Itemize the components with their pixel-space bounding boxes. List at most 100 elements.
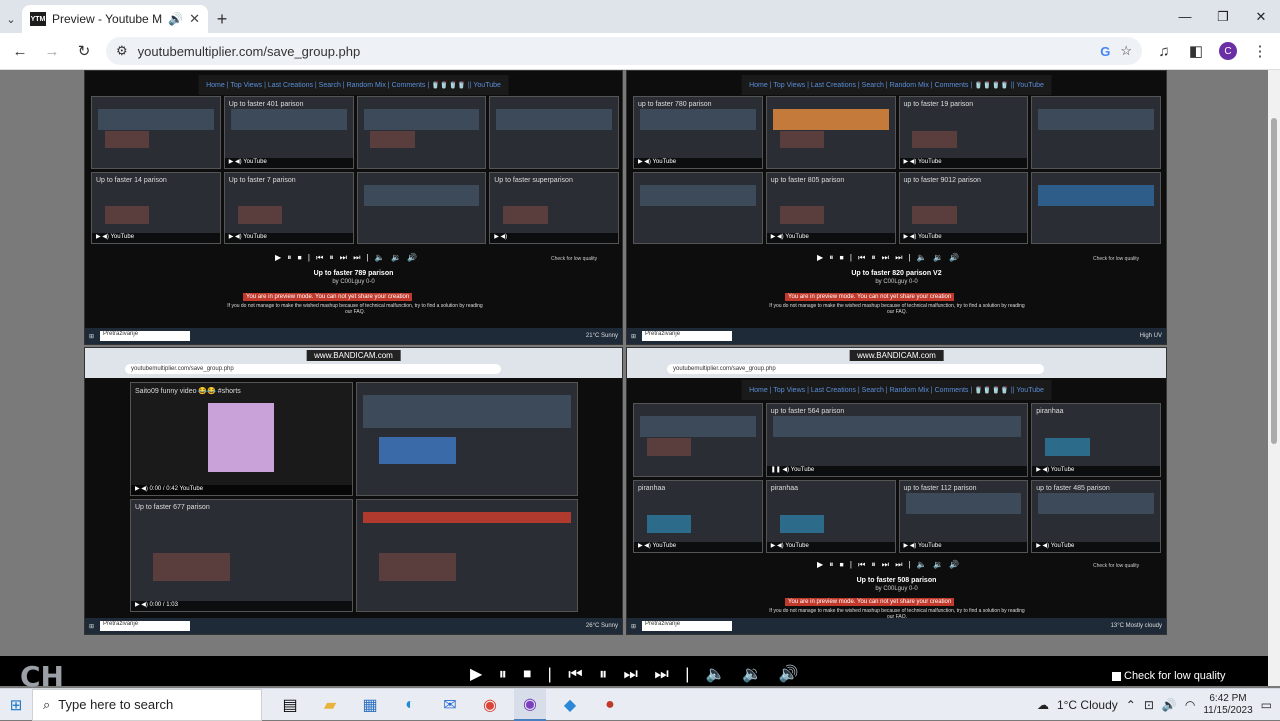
- mashup-controls[interactable]: ▶ ⏸ ⏹ | ⏮ ⏸ ⏭ ⏭ | 🔈 🔉 🔊: [817, 253, 961, 263]
- windows-start-icon[interactable]: ⊞: [0, 689, 32, 721]
- video-tile[interactable]: piranhaa ▶ ◀) YouTube: [633, 479, 763, 553]
- video-tile[interactable]: up to faster 805 parison ▶ ◀) YouTube: [765, 171, 896, 244]
- url-text[interactable]: youtubemultiplier.com/save_group.php: [138, 44, 1091, 59]
- video-tile[interactable]: up to faster 19 parison ▶ ◀) YouTube: [898, 96, 1029, 169]
- page-viewport: Home | Top Views | Last Creations | Sear…: [0, 70, 1280, 686]
- minimize-button[interactable]: —: [1166, 0, 1204, 33]
- low-quality-checkbox[interactable]: Check for low quality: [1093, 256, 1139, 262]
- volume-icon[interactable]: 🔊: [1162, 698, 1177, 712]
- mashup-title: Up to faster 820 parison V2: [851, 270, 942, 277]
- mashup-author: by C00Lguy 0-0: [875, 586, 918, 592]
- site-settings-icon[interactable]: ⚙: [116, 43, 128, 59]
- side-panel-icon[interactable]: ◧: [1182, 37, 1210, 65]
- low-quality-checkbox[interactable]: Check for low quality: [551, 256, 597, 262]
- mashup-author: by C00Lguy 0-0: [332, 279, 375, 285]
- site-nav[interactable]: Home | Top Views | Last Creations | Sear…: [741, 75, 1052, 95]
- video-tile[interactable]: Saito09 funny video 😂😂 #shorts ▶ ◀) 0:00 …: [130, 382, 353, 496]
- bookmark-star-icon[interactable]: ☆: [1120, 43, 1132, 59]
- google-lens-icon[interactable]: G: [1100, 44, 1110, 59]
- video-tile[interactable]: Up to faster 401 parison ▶ ◀) YouTube: [223, 96, 354, 169]
- menu-icon[interactable]: ⋮: [1246, 37, 1274, 65]
- profile-avatar[interactable]: C: [1214, 37, 1242, 65]
- site-nav[interactable]: Home | Top Views | Last Creations | Sear…: [198, 75, 509, 95]
- clock-time: 6:42 PM: [1209, 693, 1247, 704]
- video-tile[interactable]: up to faster 564 parison ❚❚ ◀) YouTube: [765, 403, 1029, 477]
- video-tile[interactable]: [355, 382, 578, 496]
- weather-text[interactable]: 1°C Cloudy: [1057, 698, 1118, 712]
- mail-icon[interactable]: ✉: [434, 689, 466, 721]
- system-tray: ☁ 1°C Cloudy ⌃ ⊡ 🔊 ◠ 6:42 PM 11/15/2023 …: [1037, 689, 1272, 721]
- screenshot-panel-bottom-right: www.BANDICAM.com youtubemultiplier.com/s…: [626, 347, 1167, 635]
- preview-warning: You are in preview mode. You can not yet…: [785, 293, 955, 301]
- forward-button[interactable]: →: [38, 37, 66, 65]
- browser-toolbar: ← → ↻ ⚙ youtubemultiplier.com/save_group…: [0, 33, 1280, 70]
- wifi-icon[interactable]: ◠: [1185, 698, 1195, 712]
- windows-taskbar: ⊞ ⌕ Type here to search ▤ ▰ ▦ ◐ ✉ ◉ ◉ ◆ …: [0, 688, 1280, 721]
- clock[interactable]: 6:42 PM 11/15/2023: [1203, 693, 1252, 717]
- back-button[interactable]: ←: [6, 37, 34, 65]
- tab-close-icon[interactable]: ✕: [189, 11, 200, 27]
- maximize-button[interactable]: ❐: [1204, 0, 1242, 33]
- captured-taskbar: ⊞ Pretraživanje 13°C Mostly cloudy: [627, 618, 1166, 634]
- checkbox-box[interactable]: [1112, 671, 1121, 681]
- video-grid: Saito09 funny video 😂😂 #shorts ▶ ◀) 0:00 …: [130, 382, 578, 612]
- tab-preview[interactable]: YTM Preview - Youtube Multiplie 🔊 ✕: [22, 5, 208, 33]
- weather-icon[interactable]: ☁: [1037, 698, 1049, 712]
- address-bar[interactable]: ⚙ youtubemultiplier.com/save_group.php G…: [106, 37, 1142, 65]
- site-nav[interactable]: Home | Top Views | Last Creations | Sear…: [741, 380, 1052, 400]
- edge-icon[interactable]: ◐: [394, 689, 426, 721]
- notifications-icon[interactable]: ▭: [1261, 698, 1272, 712]
- bandicam-icon[interactable]: ●: [594, 689, 626, 721]
- bandicam-watermark: www.BANDICAM.com: [306, 350, 401, 361]
- video-tile[interactable]: [356, 171, 487, 244]
- new-tab-button[interactable]: +: [208, 5, 236, 33]
- video-tile[interactable]: Up to faster superparison ▶ ◀): [489, 171, 619, 244]
- mashup-title: Up to faster 508 parison: [856, 577, 937, 584]
- mashup-author: by C00Lguy 0-0: [875, 279, 918, 285]
- video-tile[interactable]: Up to faster 677 parison ▶ ◀) 0:00 / 1:03: [130, 498, 353, 612]
- network-icon[interactable]: ⊡: [1144, 698, 1154, 712]
- reload-button[interactable]: ↻: [70, 37, 98, 65]
- video-tile[interactable]: piranhaa ▶ ◀) YouTube: [765, 479, 896, 553]
- video-tile[interactable]: [489, 96, 619, 169]
- store-icon[interactable]: ▦: [354, 689, 386, 721]
- video-tile[interactable]: up to faster 9012 parison ▶ ◀) YouTube: [898, 171, 1029, 244]
- tab-search-icon[interactable]: ⌄: [0, 5, 22, 33]
- video-tile[interactable]: [1031, 96, 1161, 169]
- video-tile[interactable]: Up to faster 14 parison ▶ ◀) YouTube: [91, 171, 221, 244]
- scrollbar-thumb[interactable]: [1271, 118, 1277, 444]
- task-view-icon[interactable]: ▤: [274, 689, 306, 721]
- clock-date: 11/15/2023: [1203, 705, 1253, 716]
- chrome-profile-icon[interactable]: ◉: [514, 688, 546, 721]
- video-tile[interactable]: [356, 96, 487, 169]
- close-window-button[interactable]: ✕: [1242, 0, 1280, 33]
- video-tile[interactable]: [633, 403, 763, 477]
- file-explorer-icon[interactable]: ▰: [314, 689, 346, 721]
- low-quality-checkbox[interactable]: Check for low quality: [1112, 670, 1226, 682]
- chrome-icon[interactable]: ◉: [474, 689, 506, 721]
- mashup-controls[interactable]: ▶ ⏸ ⏹ | ⏮ ⏸ ⏭ ⏭ | 🔈 🔉 🔊: [275, 253, 419, 263]
- video-tile[interactable]: up to faster 112 parison ▶ ◀) YouTube: [898, 479, 1029, 553]
- mashup-controls[interactable]: ▶ ⏸ ⏹ | ⏮ ⏸ ⏭ ⏭ | 🔈 🔉 🔊: [817, 560, 961, 570]
- captured-taskbar: ⊞ Pretraživanje 21°C Sunny: [85, 328, 622, 344]
- video-tile[interactable]: [765, 96, 896, 169]
- tray-overflow-icon[interactable]: ⌃: [1126, 698, 1136, 712]
- video-tile[interactable]: up to faster 780 parison ▶ ◀) YouTube: [633, 96, 763, 169]
- video-tile[interactable]: [91, 96, 221, 169]
- video-tile[interactable]: [633, 171, 763, 244]
- media-control-icon[interactable]: ♫: [1150, 37, 1178, 65]
- low-quality-checkbox[interactable]: Check for low quality: [1093, 563, 1139, 569]
- video-tile[interactable]: piranhaa ▶ ◀) YouTube: [1031, 403, 1161, 477]
- player-controls[interactable]: ▶ ⏸ ⏹ | ⏮ ⏸ ⏭ ⏭ | 🔈 🔉 🔊: [470, 664, 804, 684]
- video-tile[interactable]: Up to faster 7 parison ▶ ◀) YouTube: [223, 171, 354, 244]
- search-placeholder: Type here to search: [58, 697, 174, 712]
- video-grid: up to faster 564 parison ❚❚ ◀) YouTube pi…: [633, 403, 1161, 553]
- video-tile[interactable]: up to faster 485 parison ▶ ◀) YouTube: [1031, 479, 1161, 553]
- low-quality-label: Check for low quality: [1124, 670, 1226, 682]
- app-icon[interactable]: ◆: [554, 689, 586, 721]
- video-tile[interactable]: [1031, 171, 1161, 244]
- video-tile[interactable]: [355, 498, 578, 612]
- taskbar-search[interactable]: ⌕ Type here to search: [32, 688, 262, 721]
- audio-playing-icon[interactable]: 🔊: [168, 12, 183, 26]
- page-scrollbar[interactable]: [1268, 70, 1280, 686]
